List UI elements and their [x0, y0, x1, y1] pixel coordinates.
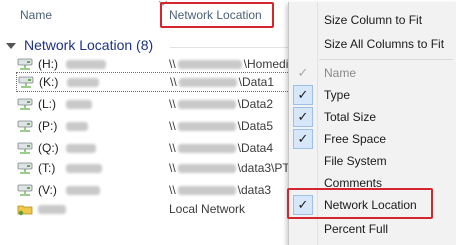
redacted-server-name: [177, 59, 242, 69]
path-suffix: \Data4: [237, 141, 274, 155]
network-path: \\ \data3\PT: [169, 161, 290, 175]
redacted-drive-name: [67, 77, 99, 87]
collapse-arrow-icon[interactable]: [6, 42, 16, 49]
path-suffix: \data3\PT: [237, 161, 290, 175]
redacted-server-name: [178, 77, 237, 87]
redacted-server-name: [177, 143, 236, 153]
network-path: Local Network: [169, 202, 246, 216]
redacted-drive-name: [66, 185, 100, 195]
group-header[interactable]: Network Location (8): [6, 37, 153, 53]
path-suffix: \Data1: [238, 75, 275, 89]
checkmark-icon: ✓: [297, 65, 309, 80]
menu-item-size-column-to-fit[interactable]: Size Column to Fit: [324, 13, 422, 27]
menu-separator: [319, 59, 453, 60]
redacted-drive-name: [66, 163, 102, 173]
drive-letter: (V:): [38, 183, 57, 197]
group-title: Network Location (8): [24, 37, 154, 53]
drive-letter: (K:): [39, 75, 59, 89]
path-prefix: \\: [169, 141, 176, 155]
column-context-menu: Size Column to Fit Size All Columns to Fi…: [287, 2, 456, 245]
path-suffix: \Data5: [237, 119, 274, 133]
drive-letter: (T:): [38, 161, 56, 175]
highlight-box-header: [160, 2, 274, 28]
network-folder-icon: [17, 205, 33, 216]
checkmark-icon: ✓: [293, 85, 313, 105]
redacted-drive-name: [66, 121, 88, 131]
menu-item-name[interactable]: Name: [324, 66, 356, 80]
drive-letter: (L:): [38, 97, 56, 111]
redacted-server-name: [177, 163, 236, 173]
path-prefix: \\: [169, 119, 176, 133]
network-path: \\ \Data1: [170, 75, 274, 89]
column-header-name[interactable]: Name: [20, 8, 52, 22]
path-prefix: \\: [169, 161, 176, 175]
drive-row[interactable]: Local Network: [16, 199, 292, 219]
drive-row[interactable]: (P:) \\ \Data5: [16, 116, 292, 136]
network-drive-icon: [17, 98, 33, 110]
network-drive-icon: [17, 142, 33, 154]
network-path: \\ \Data4: [169, 141, 273, 155]
path-prefix: \\: [169, 183, 176, 197]
path-suffix: \data3: [237, 183, 272, 197]
network-drive-icon: [17, 162, 33, 174]
redacted-server-name: [177, 185, 236, 195]
network-path: \\ \Homedi: [169, 57, 288, 71]
path-suffix: \Data2: [237, 97, 274, 111]
network-path: \\ \Data2: [169, 97, 273, 111]
menu-item-total-size[interactable]: Total Size: [324, 110, 376, 124]
menu-item-size-all-columns-to-fit[interactable]: Size All Columns to Fit: [324, 37, 444, 51]
network-path: \\ \Data5: [169, 119, 273, 133]
network-drive-icon: [18, 76, 34, 88]
menu-item-percent-full[interactable]: Percent Full: [324, 222, 388, 236]
redacted-server-name: [177, 99, 236, 109]
checkmark-icon: ✓: [293, 129, 313, 149]
menu-item-file-system[interactable]: File System: [324, 154, 387, 168]
checkmark-icon: ✓: [293, 107, 313, 127]
drive-row[interactable]: (T:) \\ \data3\PT: [16, 158, 292, 178]
drive-row[interactable]: (L:) \\ \Data2: [16, 94, 292, 114]
network-path: \\ \data3: [169, 183, 271, 197]
drive-row[interactable]: (V:) \\ \data3: [16, 180, 292, 200]
highlight-box-menu: [287, 188, 433, 219]
path-prefix: \\: [169, 57, 176, 71]
menu-item-type[interactable]: Type: [324, 88, 350, 102]
path-suffix: \Homedi: [243, 57, 289, 71]
path-prefix: \\: [170, 75, 177, 89]
drive-row[interactable]: (Q:) \\ \Data4: [16, 138, 292, 158]
redacted-drive-name: [66, 143, 96, 153]
drive-letter: (Q:): [38, 141, 59, 155]
redacted-drive-name: [66, 59, 106, 69]
redacted-server-name: [177, 121, 236, 131]
drive-letter: (H:): [38, 57, 58, 71]
drive-row[interactable]: (H:) \\ \Homedi: [16, 54, 292, 74]
group-divider: [170, 47, 288, 48]
network-drive-icon: [17, 184, 33, 196]
drive-letter: (P:): [38, 119, 58, 133]
drive-row[interactable]: (K:) \\ \Data1: [16, 72, 292, 92]
path-prefix: \\: [169, 97, 176, 111]
network-drive-icon: [17, 58, 33, 70]
network-drive-icon: [17, 120, 33, 132]
menu-item-free-space[interactable]: Free Space: [324, 132, 386, 146]
redacted-drive-name: [38, 204, 66, 214]
redacted-drive-name: [66, 99, 92, 109]
